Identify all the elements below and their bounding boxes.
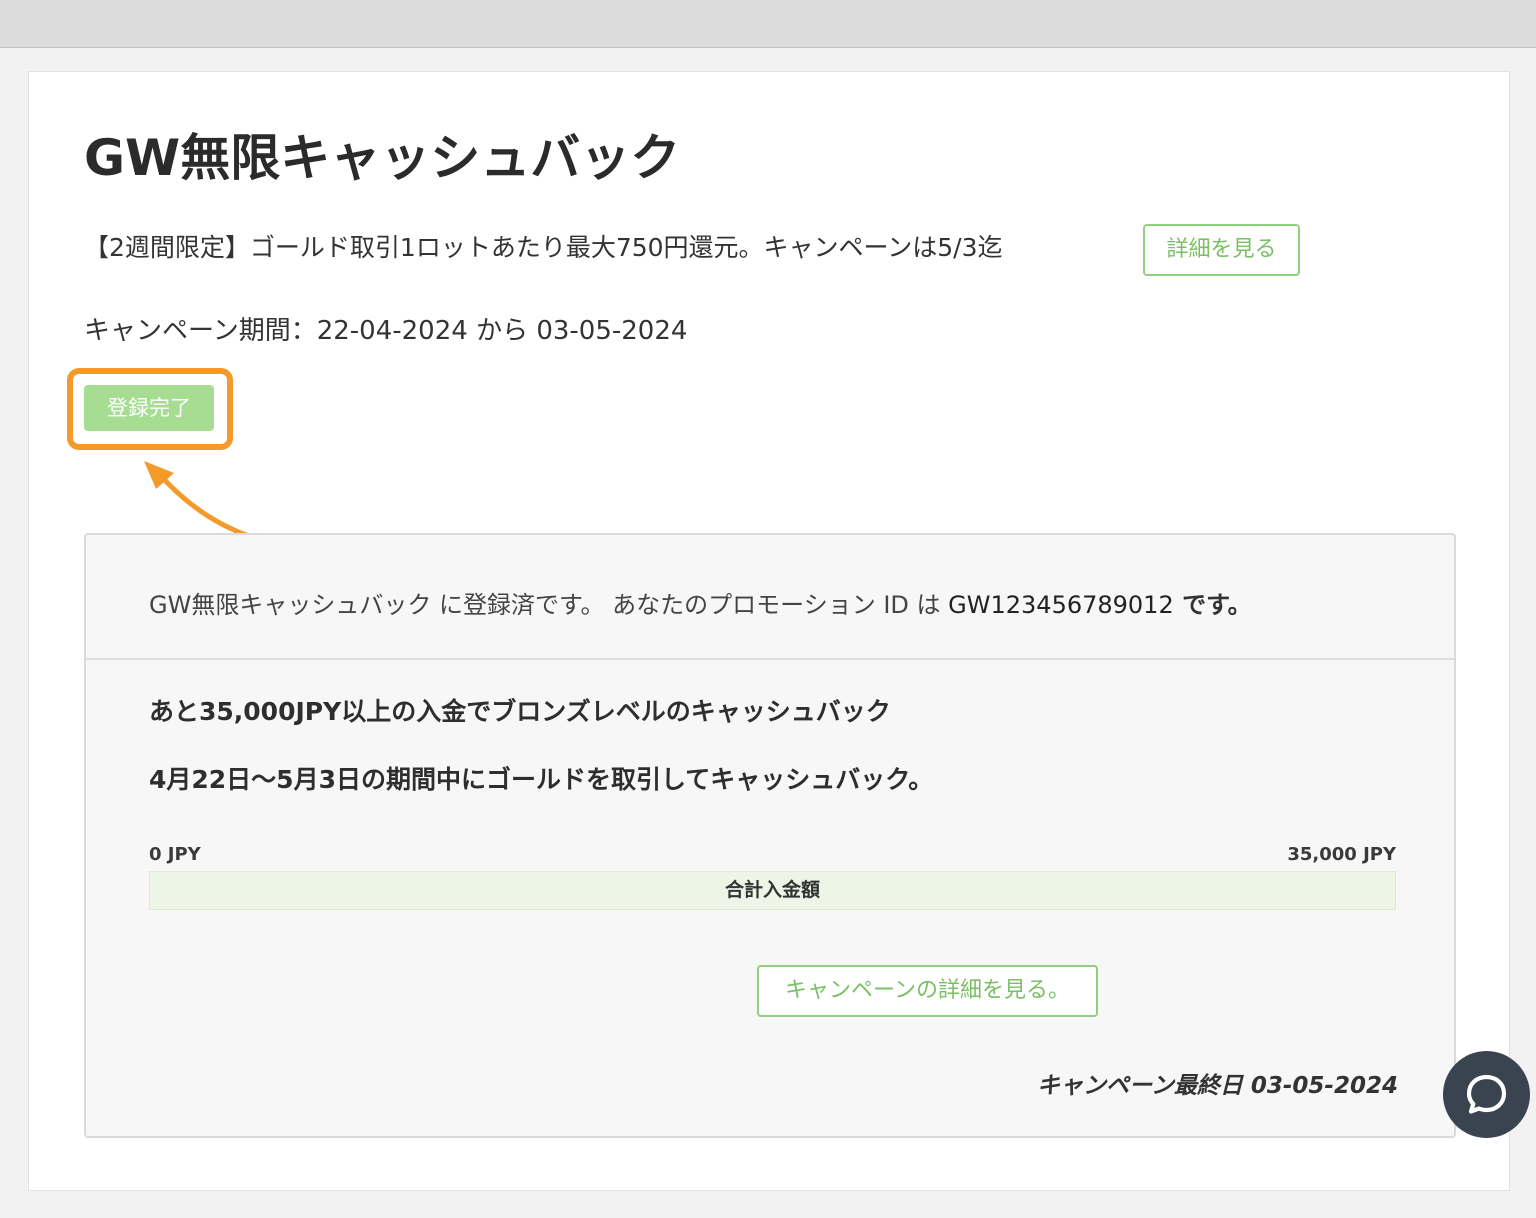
registered-button[interactable]: 登録完了	[84, 385, 214, 431]
registered-message-suffix: です。	[1173, 591, 1252, 619]
deposit-progress-bar: 合計入金額	[149, 871, 1396, 910]
registered-message: GW無限キャッシュバック に登録済です。 あなたのプロモーション ID は GW…	[149, 584, 1252, 626]
campaign-period: キャンペーン期間：22-04-2024 から 03-05-2024	[84, 316, 688, 346]
chat-button[interactable]	[1443, 1051, 1530, 1138]
progress-max-label: 35,000 JPY	[1287, 844, 1396, 865]
promotion-id: GW123456789012	[948, 591, 1174, 619]
campaign-summary: 【2週間限定】ゴールド取引1ロットあたり最大750円還元。キャンペーンは5/3迄	[84, 233, 1003, 262]
campaign-details-button[interactable]: キャンペーンの詳細を見る。	[757, 965, 1098, 1017]
campaign-end-date: キャンペーン最終日 03-05-2024	[1037, 1073, 1398, 1099]
deposit-requirement-text: あと35,000JPY以上の入金でブロンズレベルのキャッシュバック	[149, 697, 891, 726]
panel-divider	[86, 658, 1454, 660]
progress-min-label: 0 JPY	[149, 844, 201, 865]
chat-bubble-icon	[1466, 1074, 1507, 1114]
page-title: GW無限キャッシュバック	[84, 129, 681, 187]
registered-message-prefix: GW無限キャッシュバック に登録済です。 あなたのプロモーション ID は	[149, 591, 949, 619]
browser-top-bar	[0, 0, 1536, 48]
campaign-description-text: 4月22日〜5月3日の期間中にゴールドを取引してキャッシュバック。	[149, 765, 934, 794]
progress-bar-label: 合計入金額	[724, 879, 820, 901]
details-button[interactable]: 詳細を見る	[1143, 224, 1300, 276]
